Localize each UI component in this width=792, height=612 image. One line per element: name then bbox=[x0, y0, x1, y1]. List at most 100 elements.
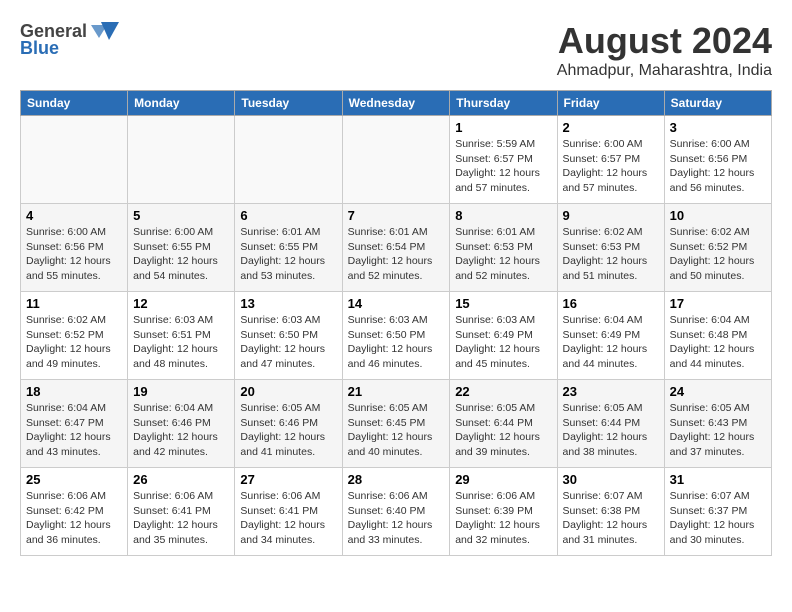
day-info: Sunrise: 6:05 AMSunset: 6:45 PMDaylight:… bbox=[348, 401, 445, 460]
calendar-cell: 21 Sunrise: 6:05 AMSunset: 6:45 PMDayligh… bbox=[342, 380, 450, 468]
weekday-header-sunday: Sunday bbox=[21, 91, 128, 116]
week-row-3: 11 Sunrise: 6:02 AMSunset: 6:52 PMDayligh… bbox=[21, 292, 772, 380]
day-number: 18 bbox=[26, 384, 122, 399]
day-number: 31 bbox=[670, 472, 766, 487]
weekday-header-saturday: Saturday bbox=[664, 91, 771, 116]
calendar-cell: 15 Sunrise: 6:03 AMSunset: 6:49 PMDayligh… bbox=[450, 292, 557, 380]
calendar-cell: 12 Sunrise: 6:03 AMSunset: 6:51 PMDayligh… bbox=[128, 292, 235, 380]
day-info: Sunrise: 6:01 AMSunset: 6:54 PMDaylight:… bbox=[348, 225, 445, 284]
calendar-cell: 17 Sunrise: 6:04 AMSunset: 6:48 PMDayligh… bbox=[664, 292, 771, 380]
month-title: August 2024 bbox=[557, 20, 772, 62]
calendar-cell: 29Sunrise: 6:06 AMSunset: 6:39 PMDayligh… bbox=[450, 468, 557, 556]
week-row-4: 18 Sunrise: 6:04 AMSunset: 6:47 PMDayligh… bbox=[21, 380, 772, 468]
calendar-cell bbox=[21, 116, 128, 204]
calendar-cell: 25 Sunrise: 6:06 AMSunset: 6:42 PMDayligh… bbox=[21, 468, 128, 556]
day-info: Sunrise: 6:03 AMSunset: 6:50 PMDaylight:… bbox=[240, 313, 336, 372]
day-number: 17 bbox=[670, 296, 766, 311]
calendar-cell: 24 Sunrise: 6:05 AMSunset: 6:43 PMDayligh… bbox=[664, 380, 771, 468]
day-info: Sunrise: 6:00 AMSunset: 6:56 PMDaylight:… bbox=[26, 225, 122, 284]
location-title: Ahmadpur, Maharashtra, India bbox=[557, 62, 772, 80]
calendar-cell: 4Sunrise: 6:00 AMSunset: 6:56 PMDaylight… bbox=[21, 204, 128, 292]
day-number: 25 bbox=[26, 472, 122, 487]
weekday-header-wednesday: Wednesday bbox=[342, 91, 450, 116]
calendar-cell: 13Sunrise: 6:03 AMSunset: 6:50 PMDayligh… bbox=[235, 292, 342, 380]
calendar-cell: 7 Sunrise: 6:01 AMSunset: 6:54 PMDaylight… bbox=[342, 204, 450, 292]
day-number: 30 bbox=[563, 472, 659, 487]
week-row-1: 1 Sunrise: 5:59 AMSunset: 6:57 PMDaylight… bbox=[21, 116, 772, 204]
day-info: Sunrise: 6:05 AMSunset: 6:46 PMDaylight:… bbox=[240, 401, 336, 460]
calendar-cell: 16 Sunrise: 6:04 AMSunset: 6:49 PMDayligh… bbox=[557, 292, 664, 380]
day-number: 23 bbox=[563, 384, 659, 399]
day-info: Sunrise: 6:06 AMSunset: 6:40 PMDaylight:… bbox=[348, 489, 445, 548]
calendar-cell: 27 Sunrise: 6:06 AMSunset: 6:41 PMDayligh… bbox=[235, 468, 342, 556]
day-number: 21 bbox=[348, 384, 445, 399]
calendar-cell: 19Sunrise: 6:04 AMSunset: 6:46 PMDayligh… bbox=[128, 380, 235, 468]
weekday-header-thursday: Thursday bbox=[450, 91, 557, 116]
day-number: 28 bbox=[348, 472, 445, 487]
day-number: 29 bbox=[455, 472, 551, 487]
day-info: Sunrise: 6:03 AMSunset: 6:51 PMDaylight:… bbox=[133, 313, 229, 372]
weekday-header-tuesday: Tuesday bbox=[235, 91, 342, 116]
day-info: Sunrise: 6:05 AMSunset: 6:44 PMDaylight:… bbox=[455, 401, 551, 460]
day-number: 27 bbox=[240, 472, 336, 487]
weekday-header-monday: Monday bbox=[128, 91, 235, 116]
day-info: Sunrise: 6:07 AMSunset: 6:37 PMDaylight:… bbox=[670, 489, 766, 548]
day-info: Sunrise: 6:01 AMSunset: 6:55 PMDaylight:… bbox=[240, 225, 336, 284]
calendar-cell: 23 Sunrise: 6:05 AMSunset: 6:44 PMDayligh… bbox=[557, 380, 664, 468]
day-number: 20 bbox=[240, 384, 336, 399]
day-number: 12 bbox=[133, 296, 229, 311]
page-header: General Blue August 2024 Ahmadpur, Mahar… bbox=[20, 20, 772, 80]
day-number: 19 bbox=[133, 384, 229, 399]
day-info: Sunrise: 6:05 AMSunset: 6:44 PMDaylight:… bbox=[563, 401, 659, 460]
week-row-5: 25 Sunrise: 6:06 AMSunset: 6:42 PMDayligh… bbox=[21, 468, 772, 556]
weekday-header-friday: Friday bbox=[557, 91, 664, 116]
day-number: 11 bbox=[26, 296, 122, 311]
day-info: Sunrise: 6:03 AMSunset: 6:50 PMDaylight:… bbox=[348, 313, 445, 372]
day-info: Sunrise: 6:06 AMSunset: 6:42 PMDaylight:… bbox=[26, 489, 122, 548]
calendar-cell: 5Sunrise: 6:00 AMSunset: 6:55 PMDaylight… bbox=[128, 204, 235, 292]
day-info: Sunrise: 6:04 AMSunset: 6:49 PMDaylight:… bbox=[563, 313, 659, 372]
calendar-cell bbox=[342, 116, 450, 204]
day-number: 26 bbox=[133, 472, 229, 487]
day-info: Sunrise: 6:02 AMSunset: 6:52 PMDaylight:… bbox=[670, 225, 766, 284]
calendar-cell: 11 Sunrise: 6:02 AMSunset: 6:52 PMDayligh… bbox=[21, 292, 128, 380]
day-number: 6 bbox=[240, 208, 336, 223]
day-info: Sunrise: 6:02 AMSunset: 6:52 PMDaylight:… bbox=[26, 313, 122, 372]
day-number: 9 bbox=[563, 208, 659, 223]
day-info: Sunrise: 6:03 AMSunset: 6:49 PMDaylight:… bbox=[455, 313, 551, 372]
calendar-cell: 2Sunrise: 6:00 AMSunset: 6:57 PMDaylight… bbox=[557, 116, 664, 204]
calendar-cell: 20 Sunrise: 6:05 AMSunset: 6:46 PMDayligh… bbox=[235, 380, 342, 468]
day-info: Sunrise: 6:04 AMSunset: 6:48 PMDaylight:… bbox=[670, 313, 766, 372]
day-number: 2 bbox=[563, 120, 659, 135]
day-number: 7 bbox=[348, 208, 445, 223]
calendar-cell: 3Sunrise: 6:00 AMSunset: 6:56 PMDaylight… bbox=[664, 116, 771, 204]
day-info: Sunrise: 5:59 AMSunset: 6:57 PMDaylight:… bbox=[455, 137, 551, 196]
calendar-cell: 30Sunrise: 6:07 AMSunset: 6:38 PMDayligh… bbox=[557, 468, 664, 556]
logo-icon bbox=[91, 20, 119, 42]
day-number: 24 bbox=[670, 384, 766, 399]
day-info: Sunrise: 6:01 AMSunset: 6:53 PMDaylight:… bbox=[455, 225, 551, 284]
day-number: 5 bbox=[133, 208, 229, 223]
day-info: Sunrise: 6:06 AMSunset: 6:41 PMDaylight:… bbox=[240, 489, 336, 548]
calendar-cell: 14 Sunrise: 6:03 AMSunset: 6:50 PMDayligh… bbox=[342, 292, 450, 380]
logo: General Blue bbox=[20, 20, 119, 59]
day-info: Sunrise: 6:04 AMSunset: 6:47 PMDaylight:… bbox=[26, 401, 122, 460]
calendar-cell: 28 Sunrise: 6:06 AMSunset: 6:40 PMDayligh… bbox=[342, 468, 450, 556]
day-number: 8 bbox=[455, 208, 551, 223]
calendar-cell: 18 Sunrise: 6:04 AMSunset: 6:47 PMDayligh… bbox=[21, 380, 128, 468]
day-info: Sunrise: 6:05 AMSunset: 6:43 PMDaylight:… bbox=[670, 401, 766, 460]
day-number: 16 bbox=[563, 296, 659, 311]
day-number: 3 bbox=[670, 120, 766, 135]
calendar-cell bbox=[128, 116, 235, 204]
day-info: Sunrise: 6:02 AMSunset: 6:53 PMDaylight:… bbox=[563, 225, 659, 284]
calendar-cell: 8 Sunrise: 6:01 AMSunset: 6:53 PMDaylight… bbox=[450, 204, 557, 292]
day-number: 15 bbox=[455, 296, 551, 311]
weekday-header-row: SundayMondayTuesdayWednesdayThursdayFrid… bbox=[21, 91, 772, 116]
day-number: 14 bbox=[348, 296, 445, 311]
calendar-cell: 22Sunrise: 6:05 AMSunset: 6:44 PMDayligh… bbox=[450, 380, 557, 468]
calendar-cell: 9 Sunrise: 6:02 AMSunset: 6:53 PMDaylight… bbox=[557, 204, 664, 292]
day-number: 1 bbox=[455, 120, 551, 135]
calendar-cell: 10Sunrise: 6:02 AMSunset: 6:52 PMDayligh… bbox=[664, 204, 771, 292]
calendar-cell: 26Sunrise: 6:06 AMSunset: 6:41 PMDayligh… bbox=[128, 468, 235, 556]
title-area: August 2024 Ahmadpur, Maharashtra, India bbox=[557, 20, 772, 80]
